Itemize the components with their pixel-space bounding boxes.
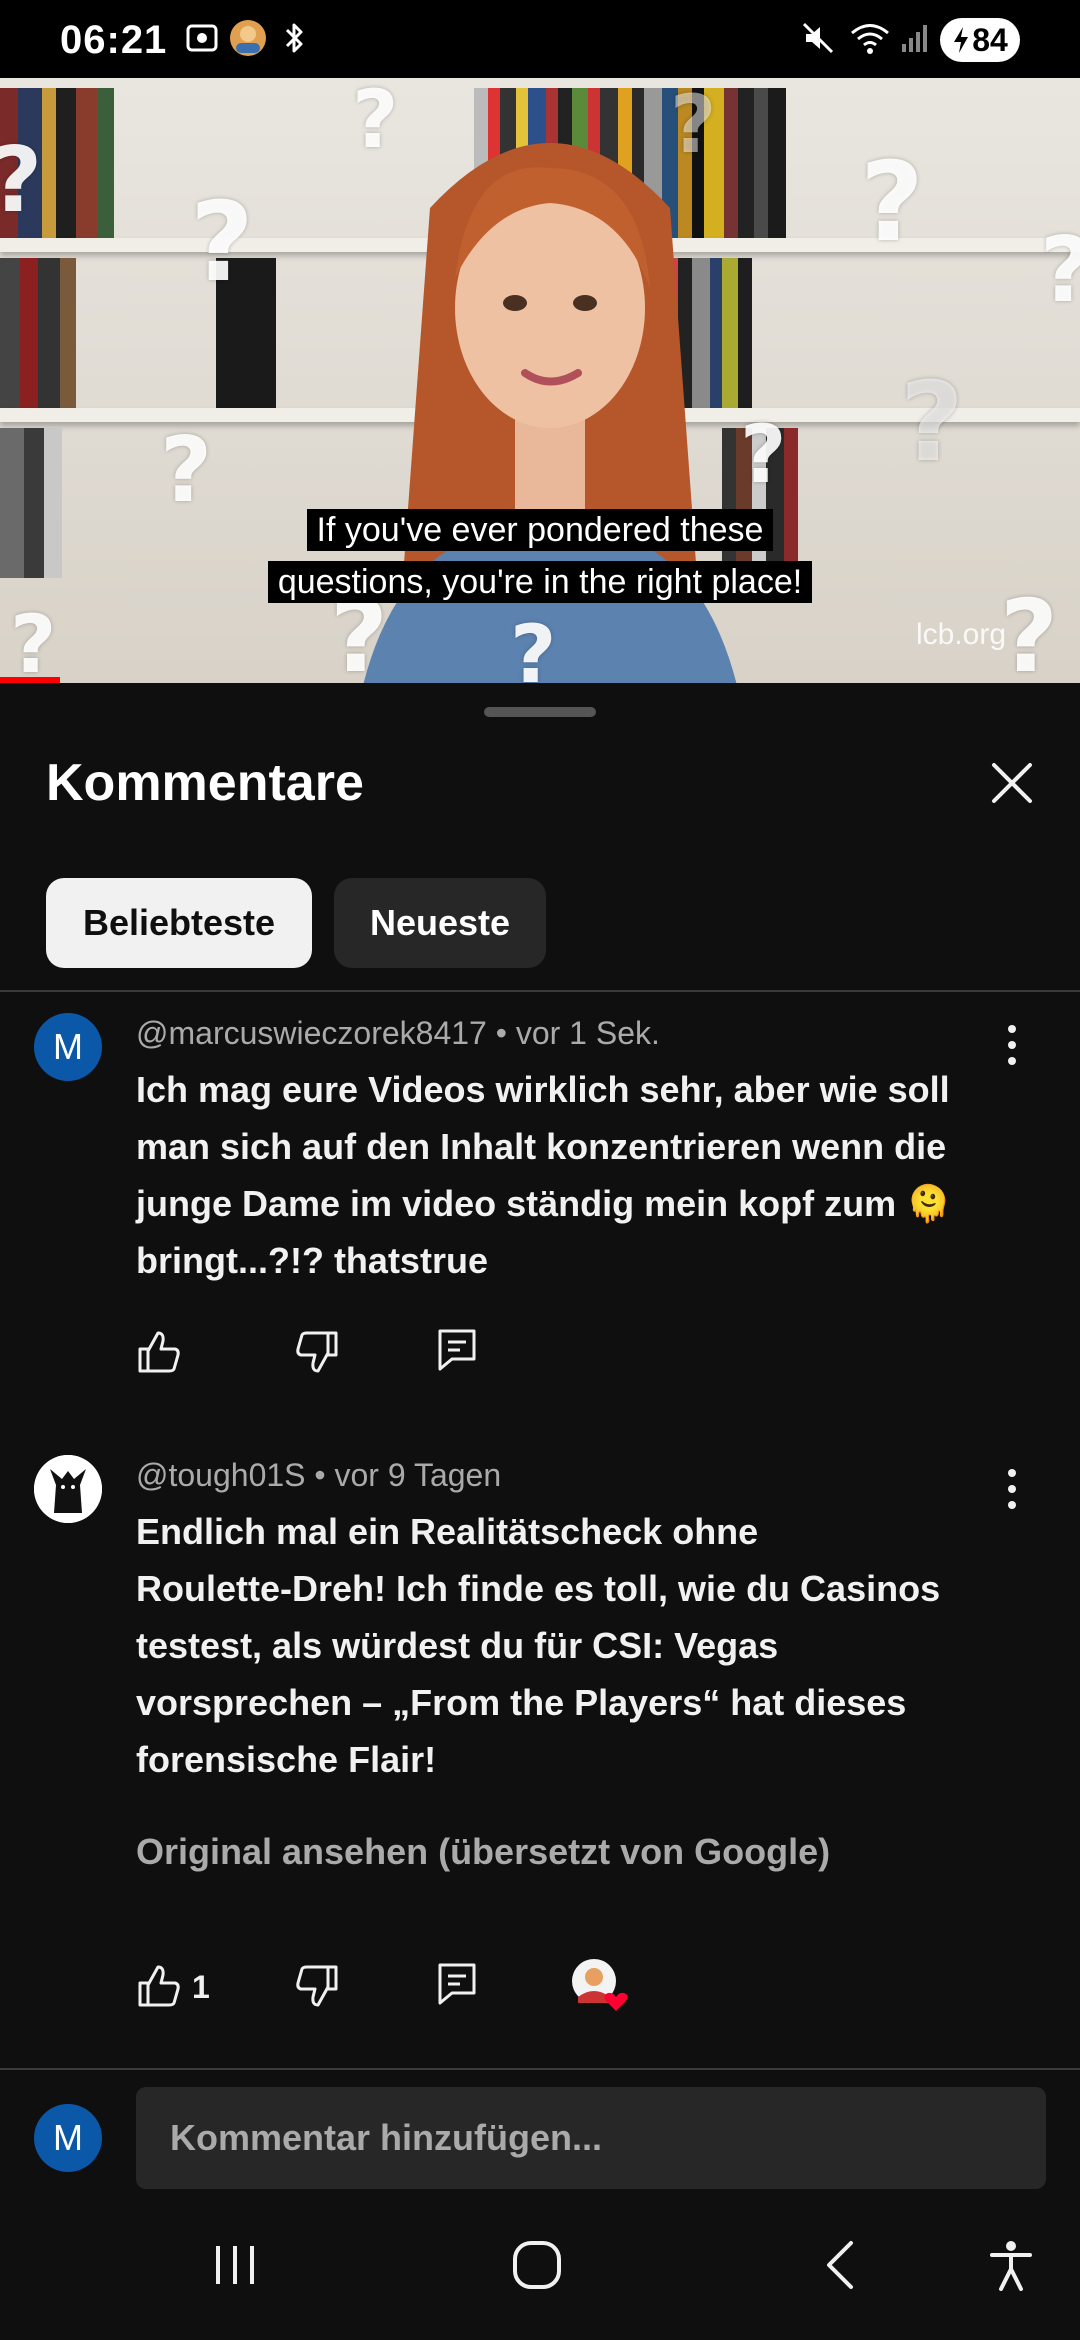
comments-sheet: Kommentare Beliebteste Neueste M @marcus… — [0, 685, 1080, 2140]
reply-icon[interactable] — [432, 1325, 482, 1375]
comment-line: vorsprechen – „From the Players“ hat die… — [136, 1682, 907, 1723]
recent-apps-icon[interactable] — [190, 2230, 280, 2300]
filter-chip-neueste[interactable]: Neueste — [334, 878, 546, 968]
avatar[interactable]: M — [34, 1013, 102, 1081]
more-options-icon[interactable] — [1000, 1023, 1024, 1067]
like-icon[interactable] — [134, 1327, 184, 1377]
battery-charging-icon: 84 — [940, 18, 1020, 62]
system-nav-bar — [0, 2190, 1080, 2340]
app-avatar-icon — [228, 18, 268, 58]
comment-line: Roulette-Dreh! Ich finde es toll, wie du… — [136, 1568, 941, 1609]
comment-line: junge Dame im video ständig mein kopf zu… — [136, 1183, 951, 1224]
video-progress-bar[interactable] — [0, 677, 60, 683]
battery-level: 84 — [972, 21, 1008, 58]
comment-line: forensische Flair! — [136, 1739, 437, 1780]
question-mark-decoration: ? — [860, 138, 924, 266]
sheet-drag-handle[interactable] — [484, 707, 596, 717]
question-mark-decoration: ? — [900, 358, 964, 486]
question-mark-decoration: ? — [10, 598, 57, 683]
like-icon[interactable] — [134, 1961, 184, 2011]
reply-icon[interactable] — [432, 1959, 482, 2009]
add-comment-input[interactable]: Kommentar hinzufügen... — [136, 2087, 1046, 2189]
creator-heart-icon — [572, 1959, 628, 2011]
caption-line-2: questions, you're in the right place! — [0, 556, 1080, 608]
question-mark-decoration: ? — [740, 408, 787, 501]
comment-line: testest, als würdest du für CSI: Vegas — [136, 1625, 779, 1666]
wifi-icon — [848, 18, 892, 58]
sheet-title: Kommentare — [46, 754, 364, 812]
question-mark-decoration: ? — [670, 78, 717, 171]
video-player[interactable]: ? ? ? ? ? ? ? ? ? ? ? ? ? If you've ever… — [0, 78, 1080, 683]
status-time: 06:21 — [60, 18, 168, 62]
dislike-icon[interactable] — [292, 1961, 342, 2011]
more-options-icon[interactable] — [1000, 1467, 1024, 1511]
comment-text: Endlich mal ein Realitätscheck ohne Roul… — [136, 1503, 996, 1788]
accessibility-icon[interactable] — [966, 2230, 1056, 2300]
see-original-link[interactable]: Original ansehen (übersetzt von Google) — [136, 1831, 830, 1873]
divider — [0, 990, 1080, 992]
comment-text: Ich mag eure Videos wirklich sehr, aber … — [136, 1061, 996, 1289]
close-icon[interactable] — [990, 761, 1034, 805]
question-mark-decoration: ? — [0, 128, 42, 233]
comment-line: Endlich mal ein Realitätscheck ohne — [136, 1511, 759, 1552]
screenshot-icon — [184, 18, 220, 58]
dislike-icon[interactable] — [292, 1327, 342, 1377]
caption-line-1: If you've ever pondered these — [0, 504, 1080, 556]
like-count: 1 — [192, 1969, 210, 2005]
signal-icon — [898, 18, 932, 58]
video-watermark: lcb.org — [915, 618, 1006, 651]
avatar[interactable] — [34, 1455, 102, 1523]
question-mark-decoration: ? — [510, 608, 557, 683]
bluetooth-icon — [280, 18, 310, 58]
add-comment-row: M Kommentar hinzufügen... — [0, 2070, 1080, 2190]
question-mark-decoration: ? — [352, 78, 399, 166]
home-icon[interactable] — [492, 2230, 582, 2300]
back-icon[interactable] — [796, 2230, 886, 2300]
mute-icon — [800, 18, 836, 58]
status-bar: 06:21 84 — [0, 0, 1080, 78]
comment-meta: @marcuswieczorek8417 • vor 1 Sek. — [136, 1015, 660, 1051]
avatar: M — [34, 2104, 102, 2172]
comment-meta: @tough01S • vor 9 Tagen — [136, 1457, 502, 1493]
question-mark-decoration: ? — [190, 178, 254, 306]
comment-line: bringt...?!? thatstrue — [136, 1240, 488, 1281]
filter-chip-beliebteste[interactable]: Beliebteste — [46, 878, 312, 968]
comment-line: Ich mag eure Videos wirklich sehr, aber … — [136, 1069, 950, 1110]
question-mark-decoration: ? — [1040, 218, 1080, 323]
comment-line: man sich auf den Inhalt konzentrieren we… — [136, 1126, 947, 1167]
